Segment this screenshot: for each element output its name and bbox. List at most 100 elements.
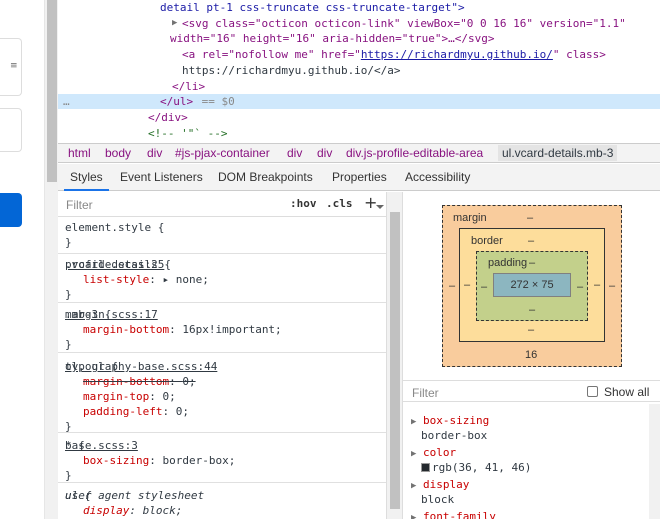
style-rule[interactable]: ul { user agent stylesheet display: bloc… [58, 483, 386, 519]
rule-source-link[interactable]: margin.scss:17 [65, 307, 385, 322]
expand-triangle-icon[interactable]: ▶ [411, 481, 416, 491]
margin-left-value[interactable]: – [449, 280, 455, 292]
tab-dom-breakpoints[interactable]: DOM Breakpoints [212, 164, 319, 191]
crumb-item[interactable]: html [68, 146, 91, 160]
chevron-down-icon[interactable] [376, 205, 384, 209]
style-rule[interactable]: * { base.scss:3 box-sizing: border-box; … [58, 433, 386, 483]
ul-close: </ul> [160, 95, 194, 108]
margin-top-value[interactable]: – [527, 212, 533, 224]
box-model-border[interactable]: border – – – – padding – – – – 272 × 75 [459, 228, 605, 342]
rule-source-link[interactable]: profile.scss:25 [65, 257, 385, 272]
computed-prop-name: font-family [423, 510, 496, 519]
padding-left-value[interactable]: – [481, 281, 487, 293]
scrollbar-thumb[interactable] [390, 212, 400, 509]
tree-line[interactable]: ▶ <svg class="octicon octicon-link" viewB… [58, 16, 660, 31]
prop-name: display [83, 504, 130, 517]
styles-scrollbar[interactable] [386, 192, 402, 519]
page-scrollbar[interactable] [44, 0, 58, 519]
padding-right-value[interactable]: – [577, 281, 583, 293]
html-comment: <!-- '"` --> [148, 127, 228, 140]
margin-label: margin [453, 212, 487, 224]
border-bottom-value[interactable]: – [528, 324, 534, 336]
declaration[interactable]: list-style: ▸ none; [83, 272, 209, 287]
style-rule[interactable]: .vcard-details { profile.scss:25 list-st… [58, 254, 386, 303]
tree-line[interactable]: <!-- '"` --> [58, 126, 660, 141]
svg-tag-cont: width="16" height="16" aria-hidden="true… [170, 32, 495, 45]
box-model-padding[interactable]: padding – – – – 272 × 75 [476, 251, 588, 321]
color-swatch[interactable] [421, 463, 430, 472]
box-model-content[interactable]: 272 × 75 [493, 273, 571, 297]
margin-bottom-value[interactable]: 16 [525, 349, 537, 361]
padding-top-value[interactable]: – [529, 257, 535, 269]
prop-name: margin-bottom [83, 375, 170, 388]
crumb-item[interactable]: div [287, 146, 302, 160]
computed-prop-name: display [423, 478, 470, 491]
declaration[interactable]: box-sizing: border-box; [83, 453, 235, 468]
tree-line[interactable]: https://richardmyu.github.io/</a> [58, 63, 660, 78]
computed-prop[interactable]: ▶ font-family [411, 509, 496, 519]
computed-scrollbar[interactable] [649, 404, 660, 519]
tab-event-listeners[interactable]: Event Listeners [114, 164, 209, 191]
box-model-margin[interactable]: margin – – – 16 border – – – – padding –… [442, 205, 622, 367]
computed-filter-bar: Filter Show all [403, 380, 660, 402]
crumb-item[interactable]: #js-pjax-container [175, 146, 270, 160]
href-link[interactable]: https://richardmyu.github.io/ [361, 48, 553, 61]
border-top-value[interactable]: – [528, 235, 534, 247]
declaration[interactable]: margin-top: 0; [83, 389, 176, 404]
scrollbar-thumb[interactable] [47, 0, 57, 182]
rule-source-link[interactable]: typography-base.scss:44 [65, 359, 385, 374]
tab-properties[interactable]: Properties [326, 164, 393, 191]
computed-prop[interactable]: ▶ display [411, 477, 469, 492]
tab-styles[interactable]: Styles [64, 164, 109, 191]
styles-filter-input[interactable]: Filter [66, 198, 93, 212]
expand-triangle-icon[interactable]: ▶ [411, 449, 416, 459]
tree-line[interactable]: detail pt-1 css-truncate css-truncate-ta… [58, 0, 660, 15]
prop-name: box-sizing [83, 454, 150, 467]
show-all-label[interactable]: Show all [604, 385, 649, 399]
crumb-item[interactable]: div [317, 146, 332, 160]
tab-accessibility[interactable]: Accessibility [399, 164, 476, 191]
declaration[interactable]: margin-bottom: 16px!important; [83, 322, 282, 337]
crumb-item[interactable]: body [105, 146, 131, 160]
tree-line[interactable]: <a rel="nofollow me" href="https://richa… [58, 47, 660, 62]
crumb-item[interactable]: div [147, 146, 162, 160]
attr-value: detail pt-1 css-truncate css-truncate-ta… [160, 1, 465, 14]
border-left-value[interactable]: – [464, 279, 470, 291]
tree-line[interactable]: width="16" height="16" aria-hidden="true… [58, 31, 660, 46]
page-button[interactable] [0, 193, 22, 227]
elements-tree[interactable]: detail pt-1 css-truncate css-truncate-ta… [58, 0, 660, 143]
ellipsis-icon[interactable]: … [63, 94, 70, 109]
crumb-item-active[interactable]: ul.vcard-details.mb-3 [498, 145, 618, 161]
show-all-checkbox[interactable] [587, 386, 598, 397]
tree-line[interactable]: </div> [58, 110, 660, 125]
tree-line[interactable]: </li> [58, 79, 660, 94]
expand-triangle-icon[interactable]: ▶ [411, 513, 416, 519]
style-rule[interactable]: ol, ul { typography-base.scss:44 margin-… [58, 353, 386, 433]
crumb-item[interactable]: div.js-profile-editable-area [346, 146, 483, 160]
computed-prop[interactable]: ▶ color [411, 445, 456, 460]
computed-filter-input[interactable]: Filter [412, 386, 439, 400]
computed-prop[interactable]: ▶ box-sizing [411, 413, 489, 428]
tree-line-selected[interactable]: … </ul> == $0 [58, 94, 660, 109]
padding-bottom-value[interactable]: – [529, 304, 535, 316]
hov-toggle[interactable]: :hov [290, 197, 317, 210]
cls-toggle[interactable]: .cls [326, 197, 353, 210]
style-rule[interactable]: element.style { } [58, 218, 386, 254]
breadcrumb: html body div #js-pjax-container div div… [58, 143, 660, 163]
rule-selector: element.style { [65, 221, 165, 234]
rule-source-link[interactable]: base.scss:3 [65, 438, 385, 453]
border-right-value[interactable]: – [594, 279, 600, 291]
expand-triangle-icon[interactable]: ▶ [172, 16, 177, 31]
rule-close: } [65, 338, 72, 351]
new-rule-button[interactable]: + [364, 193, 377, 212]
expand-triangle-icon[interactable]: ▶ [411, 417, 416, 427]
margin-right-value[interactable]: – [609, 280, 615, 292]
prop-name: margin-bottom [83, 323, 170, 336]
computed-prop-value: border-box [421, 429, 488, 442]
page-edge: ≡ [0, 0, 44, 519]
declaration-overridden[interactable]: margin-bottom: 0; [83, 374, 196, 389]
style-rule[interactable]: .mb-3 { margin.scss:17 margin-bottom: 16… [58, 303, 386, 353]
declaration[interactable]: padding-left: 0; [83, 404, 189, 419]
li-close: </li> [172, 80, 206, 93]
styles-filter-bar: Filter :hov .cls + [58, 192, 386, 217]
